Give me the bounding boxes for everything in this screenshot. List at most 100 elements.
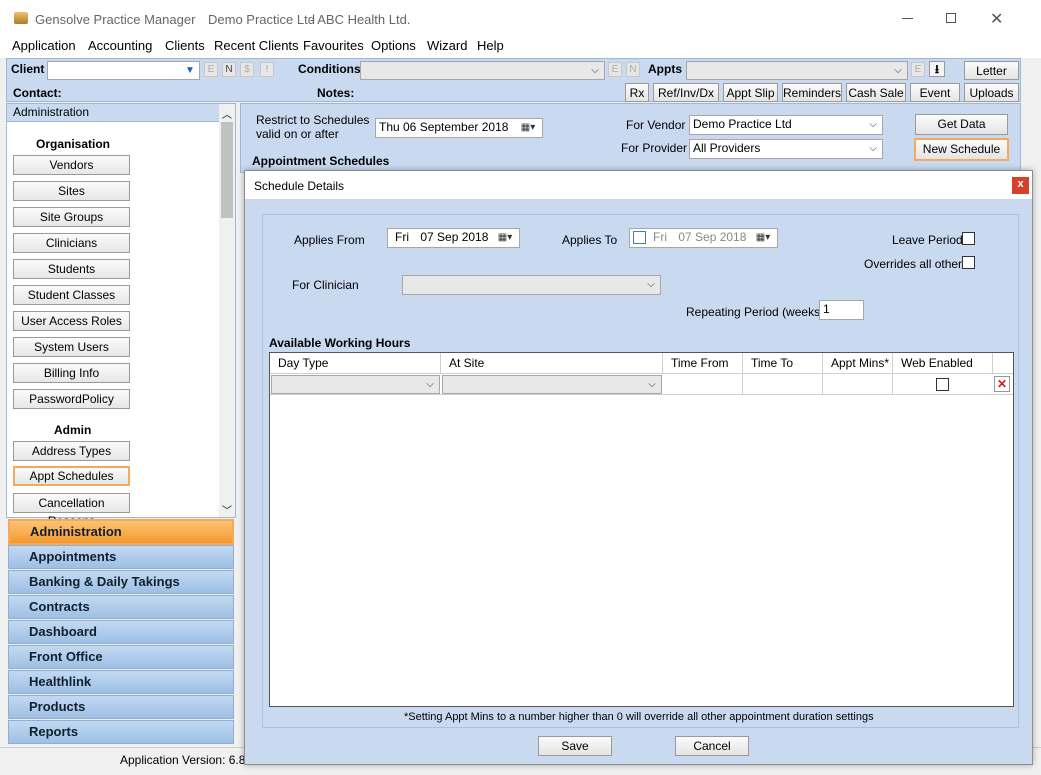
menu-application[interactable]: Application [12, 38, 76, 53]
appt-slip-button[interactable]: Appt Slip [723, 83, 778, 102]
menu-options[interactable]: Options [371, 38, 416, 53]
sidebar-item-clinicians[interactable]: Clinicians [13, 233, 130, 253]
organisation-heading: Organisation [36, 137, 111, 151]
overrides-checkbox[interactable] [962, 256, 975, 269]
sidebar-item-address-types[interactable]: Address Types [13, 441, 130, 461]
client-n-button[interactable]: N [222, 62, 236, 77]
time-to-cell[interactable] [743, 374, 823, 394]
save-button[interactable]: Save [538, 736, 612, 756]
conditions-e-button[interactable]: E [608, 62, 622, 77]
sidebar-item-sites[interactable]: Sites [13, 181, 130, 201]
cancel-button[interactable]: Cancel [675, 736, 749, 756]
sidebar-item-user-access-roles[interactable]: User Access Roles [13, 311, 130, 331]
sidebar-item-cancellation-reasons[interactable]: Cancellation Reasons [13, 493, 130, 528]
module-banking[interactable]: Banking & Daily Takings [8, 570, 234, 594]
sidebar-item-appt-schedules[interactable]: Appt Schedules [13, 466, 130, 486]
get-data-button[interactable]: Get Data [915, 114, 1008, 135]
menu-clients[interactable]: Clients [165, 38, 205, 53]
vendor-combo[interactable]: Demo Practice Ltd ⌵ [689, 115, 883, 135]
sidebar-item-student-classes[interactable]: Student Classes [13, 285, 130, 305]
repeating-period-input[interactable]: 1 [819, 300, 864, 320]
client-dollar-button[interactable]: $ [240, 62, 254, 77]
download-icon[interactable]: ⭳ [929, 61, 945, 77]
conditions-n-button[interactable]: N [626, 62, 640, 77]
clinician-combo[interactable]: ⌵ [402, 275, 661, 295]
conditions-combo[interactable]: ⌵ [360, 61, 605, 80]
col-day-type[interactable]: Day Type [270, 353, 441, 374]
main-panel: Restrict to Schedules valid on or after … [240, 103, 1021, 173]
maximize-icon[interactable] [946, 13, 956, 23]
scroll-up-icon[interactable]: ︿ [222, 106, 232, 121]
day-type-combo[interactable]: ⌵ [271, 375, 440, 394]
restrict-label-1: Restrict to Schedules [256, 113, 370, 127]
leave-period-label: Leave Period [892, 233, 963, 247]
module-reports[interactable]: Reports [8, 720, 234, 744]
ref-inv-dx-button[interactable]: Ref/Inv/Dx [653, 83, 719, 102]
client-alert-button[interactable]: ! [260, 62, 274, 77]
at-site-combo[interactable]: ⌵ [442, 375, 662, 394]
sidebar-item-students[interactable]: Students [13, 259, 130, 279]
sidebar-item-billing-info[interactable]: Billing Info [13, 363, 130, 383]
col-appt-mins[interactable]: Appt Mins* [823, 353, 893, 374]
appts-e-button[interactable]: E [911, 62, 925, 77]
new-schedule-button[interactable]: New Schedule [914, 138, 1009, 161]
module-administration[interactable]: Administration [8, 519, 234, 545]
scroll-thumb[interactable] [221, 122, 233, 218]
menu-favourites[interactable]: Favourites [303, 38, 364, 53]
dialog-body: Applies From Fri 07 Sep 2018 ▦▾ Applies … [245, 199, 1032, 764]
client-e-button[interactable]: E [204, 62, 218, 77]
calendar-icon[interactable]: ▦▾ [516, 119, 540, 136]
sidebar-item-system-users[interactable]: System Users [13, 337, 130, 357]
module-appointments[interactable]: Appointments [8, 545, 234, 569]
minimize-icon[interactable] [902, 18, 913, 19]
chevron-down-icon: ⌵ [648, 379, 656, 390]
calendar-icon[interactable]: ▦▾ [493, 229, 517, 246]
module-contracts[interactable]: Contracts [8, 595, 234, 619]
rx-button[interactable]: Rx [625, 83, 649, 102]
close-window-icon[interactable]: ✕ [990, 9, 1003, 29]
col-time-from[interactable]: Time From [663, 353, 743, 374]
letter-button[interactable]: Letter [964, 61, 1019, 80]
module-products[interactable]: Products [8, 695, 234, 719]
admin-heading: Admin [54, 423, 92, 437]
menu-help[interactable]: Help [477, 38, 504, 53]
applies-from-picker[interactable]: Fri 07 Sep 2018 ▦▾ [387, 228, 520, 248]
calendar-icon[interactable]: ▦▾ [751, 229, 775, 246]
col-at-site[interactable]: At Site [441, 353, 663, 374]
menu-recent-clients[interactable]: Recent Clients [214, 38, 299, 53]
event-button[interactable]: Event [910, 83, 960, 102]
notes-label: Notes: [317, 86, 355, 100]
reminders-button[interactable]: Reminders [782, 83, 842, 102]
menu-accounting[interactable]: Accounting [88, 38, 152, 53]
sidebar-scrollbar[interactable]: ︿ ﹀ [219, 104, 235, 517]
overrides-label: Overrides all others [864, 257, 969, 271]
practice-name: Demo Practice Ltd [208, 12, 315, 27]
col-web-enabled[interactable]: Web Enabled [893, 353, 993, 374]
leave-period-checkbox[interactable] [962, 232, 975, 245]
sidebar-item-site-groups[interactable]: Site Groups [13, 207, 130, 227]
module-dashboard[interactable]: Dashboard [8, 620, 234, 644]
table-row: ⌵ ⌵ ✕ [270, 374, 1013, 395]
appt-mins-cell[interactable] [823, 374, 893, 394]
uploads-button[interactable]: Uploads [964, 83, 1019, 102]
scroll-down-icon[interactable]: ﹀ [222, 502, 232, 517]
org-name: - ABC Health Ltd. [310, 12, 411, 27]
delete-row-icon[interactable]: ✕ [994, 376, 1010, 392]
restrict-date-picker[interactable]: Thu 06 September 2018 ▦▾ [375, 118, 543, 138]
module-healthlink[interactable]: Healthlink [8, 670, 234, 694]
cash-sale-button[interactable]: Cash Sale [846, 83, 906, 102]
col-time-to[interactable]: Time To [743, 353, 823, 374]
time-from-cell[interactable] [663, 374, 743, 394]
sidebar-item-password-policy[interactable]: PasswordPolicy [13, 389, 130, 409]
provider-combo[interactable]: All Providers ⌵ [689, 139, 883, 159]
menu-wizard[interactable]: Wizard [427, 38, 467, 53]
applies-to-checkbox[interactable] [633, 231, 646, 244]
client-combo[interactable]: ▼ [47, 61, 200, 80]
web-enabled-checkbox[interactable] [936, 378, 949, 391]
appts-combo[interactable]: ⌵ [686, 61, 908, 80]
chevron-down-icon: ⌵ [869, 119, 877, 130]
applies-to-picker[interactable]: Fri 07 Sep 2018 ▦▾ [629, 228, 778, 248]
sidebar-item-vendors[interactable]: Vendors [13, 155, 130, 175]
dialog-close-icon[interactable]: x [1012, 177, 1029, 194]
module-front-office[interactable]: Front Office [8, 645, 234, 669]
